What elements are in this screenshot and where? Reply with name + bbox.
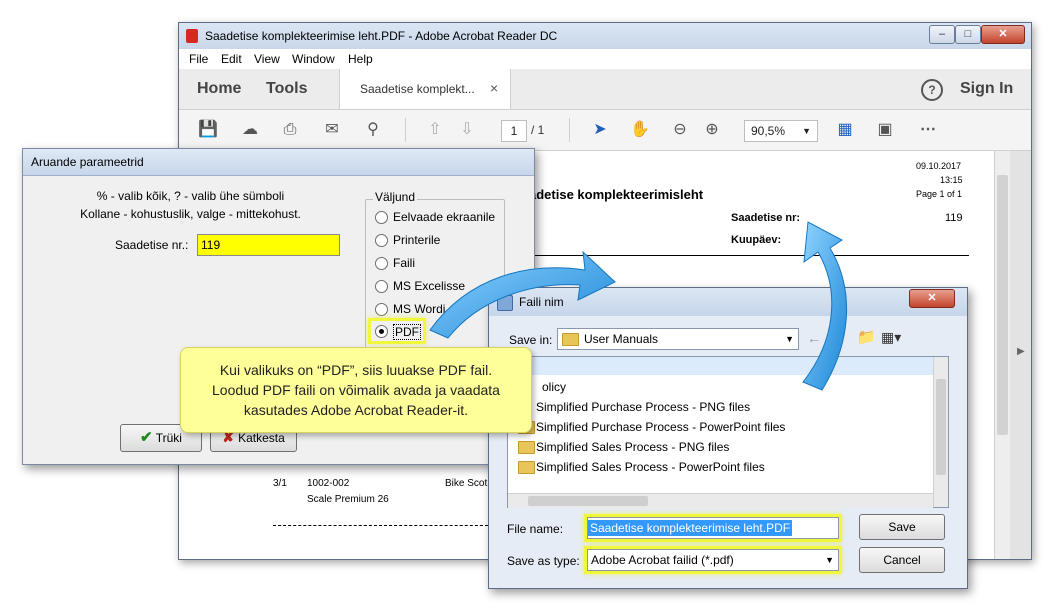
callout-line-2: Loodud PDF faili on võimalik avada ja va… <box>212 382 500 398</box>
callout-line-3: kasutades Adobe Acrobat Reader-it. <box>243 402 469 418</box>
callout-note: Kui valikuks on “PDF”, siis luuakse PDF … <box>180 347 532 433</box>
arrow-save-to-pdf <box>802 221 848 391</box>
callout-line-1: Kui valikuks on “PDF”, siis luuakse PDF … <box>219 362 493 378</box>
arrow-pdf-to-save <box>429 250 616 339</box>
annotation-arrows <box>429 221 848 391</box>
